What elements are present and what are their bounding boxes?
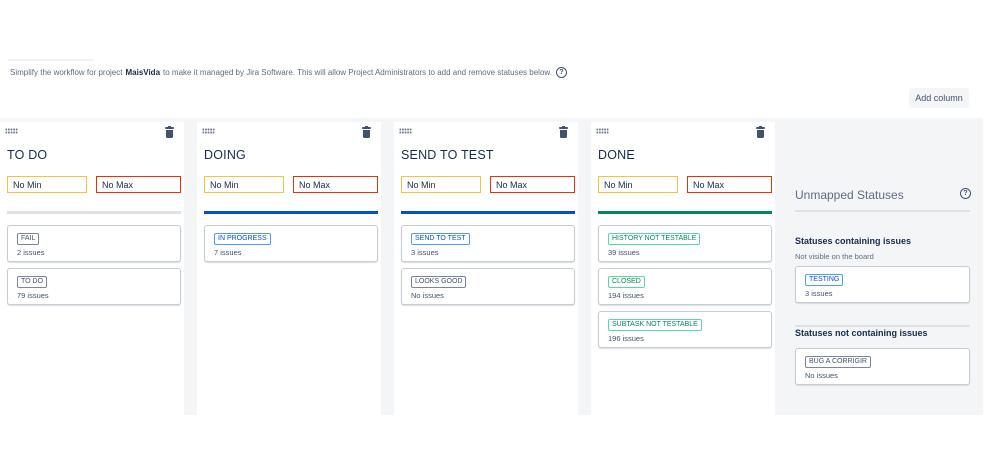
status-card-closed[interactable]: CLOSED 194 issues [598, 268, 772, 305]
column-title[interactable]: TO DO [7, 148, 47, 162]
max-limit-input[interactable] [96, 176, 181, 193]
status-lozenge: SEND TO TEST [411, 233, 470, 245]
help-icon[interactable]: ? [555, 67, 567, 78]
max-limit-input[interactable] [490, 176, 575, 193]
drag-handle-icon[interactable] [596, 128, 609, 134]
intro-prefix: Simplify the workflow for project [10, 68, 123, 77]
issue-count: 2 issues [17, 248, 45, 257]
status-lozenge: SUBTASK NOT TESTABLE [608, 319, 702, 331]
top-divider [8, 59, 93, 61]
category-bar [7, 211, 181, 214]
unmapped-title: Unmapped Statuses [795, 188, 904, 202]
trash-icon[interactable] [559, 126, 568, 138]
issue-count: No issues [411, 291, 444, 300]
min-limit-input[interactable] [7, 176, 87, 193]
help-icon[interactable]: ? [960, 188, 971, 199]
column-title[interactable]: SEND TO TEST [401, 148, 494, 162]
status-card-subtask-not-testable[interactable]: SUBTASK NOT TESTABLE 196 issues [598, 311, 772, 348]
status-card-history-not-testable[interactable]: HISTORY NOT TESTABLE 39 issues [598, 225, 772, 262]
status-lozenge: FAIL [17, 233, 40, 245]
status-card-testing[interactable]: TESTING 3 issues [795, 266, 970, 303]
category-bar [598, 211, 772, 214]
issue-count: 39 issues [608, 248, 640, 257]
section-heading-with-issues: Statuses containing issues [795, 236, 912, 246]
intro-text: Simplify the workflow for project MaisVi… [10, 67, 567, 78]
unmapped-divider [795, 210, 970, 212]
issue-count: 196 issues [608, 334, 644, 343]
drag-handle-icon[interactable] [202, 128, 215, 134]
status-card-looks-good[interactable]: LOOKS GOOD No issues [401, 268, 575, 305]
status-lozenge: TESTING [805, 274, 844, 286]
status-card-send-to-test[interactable]: SEND TO TEST 3 issues [401, 225, 575, 262]
issue-count: No issues [805, 371, 838, 380]
status-card-to-do[interactable]: TO DO 79 issues [7, 268, 181, 305]
min-limit-input[interactable] [204, 176, 284, 193]
status-lozenge: HISTORY NOT TESTABLE [608, 233, 701, 245]
status-card-fail[interactable]: FAIL 2 issues [7, 225, 181, 262]
unmapped-statuses-panel: Unmapped Statuses ? Statuses containing … [783, 122, 983, 415]
trash-icon[interactable] [756, 126, 765, 138]
column-title[interactable]: DOING [204, 148, 246, 162]
section-divider [795, 325, 970, 327]
drag-handle-icon[interactable] [399, 128, 412, 134]
trash-icon[interactable] [362, 126, 371, 138]
issue-count: 79 issues [17, 291, 49, 300]
trash-icon[interactable] [165, 126, 174, 138]
status-lozenge: BUG A CORRIGIR [805, 356, 871, 368]
column-done: DONE HISTORY NOT TESTABLE 39 issues CLOS… [591, 122, 775, 415]
status-card-bug-a-corrigir[interactable]: BUG A CORRIGIR No issues [795, 348, 970, 385]
section-heading-without-issues: Statuses not containing issues [795, 328, 928, 338]
add-column-button[interactable]: Add column [909, 88, 969, 108]
issue-count: 3 issues [805, 289, 833, 298]
column-send-to-test: SEND TO TEST SEND TO TEST 3 issues LOOKS… [394, 122, 578, 415]
status-card-in-progress[interactable]: IN PROGRESS 7 issues [204, 225, 378, 262]
status-lozenge: LOOKS GOOD [411, 276, 467, 288]
column-title[interactable]: DONE [598, 148, 635, 162]
status-lozenge: IN PROGRESS [214, 233, 271, 245]
drag-handle-icon[interactable] [5, 128, 18, 134]
max-limit-input[interactable] [687, 176, 772, 193]
column-doing: DOING IN PROGRESS 7 issues [197, 122, 381, 415]
project-name: MaisVida [125, 68, 161, 77]
min-limit-input[interactable] [401, 176, 481, 193]
status-lozenge: TO DO [17, 276, 48, 288]
status-lozenge: CLOSED [608, 276, 645, 288]
section-subtitle: Not visible on the board [795, 252, 874, 261]
column-to-do: TO DO FAIL 2 issues TO DO 79 issues [0, 122, 184, 415]
category-bar [401, 211, 575, 214]
min-limit-input[interactable] [598, 176, 678, 193]
intro-suffix: to make it managed by Jira Software. Thi… [163, 68, 552, 77]
category-bar [204, 211, 378, 214]
issue-count: 7 issues [214, 248, 242, 257]
issue-count: 3 issues [411, 248, 439, 257]
max-limit-input[interactable] [293, 176, 378, 193]
issue-count: 194 issues [608, 291, 644, 300]
